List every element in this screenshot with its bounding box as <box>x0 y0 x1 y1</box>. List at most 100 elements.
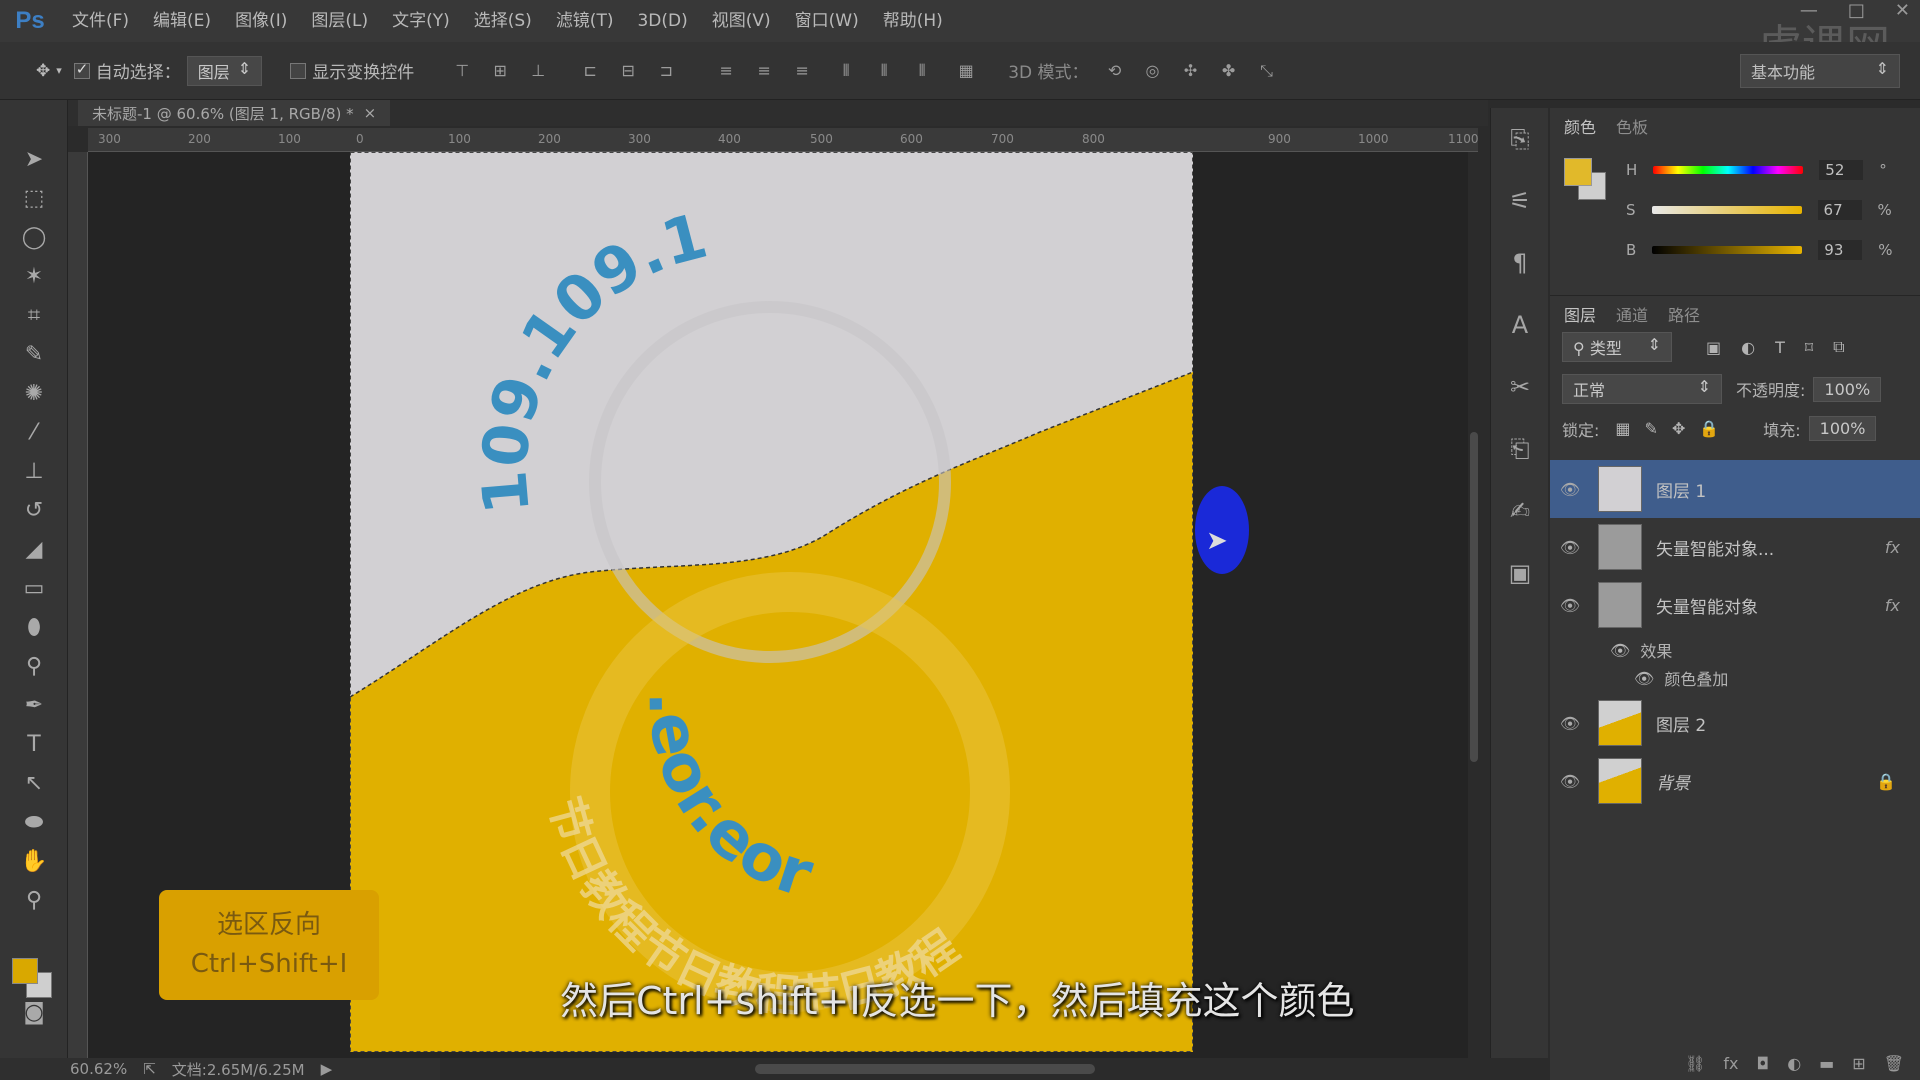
distribute-hcenter-icon[interactable]: ⦀ <box>872 59 896 83</box>
history-brush-tool-icon[interactable]: ↺ <box>0 491 68 530</box>
visibility-eye-icon[interactable]: 👁 <box>1550 538 1590 557</box>
menu-select[interactable]: 选择(S) <box>462 0 544 42</box>
menu-layer[interactable]: 图层(L) <box>299 0 380 42</box>
path-selection-tool-icon[interactable]: ↖ <box>0 764 68 803</box>
brush-tool-icon[interactable]: ⁄ <box>0 413 68 452</box>
3d-scale-icon[interactable]: ⤡ <box>1255 59 1279 83</box>
tab-swatches[interactable]: 色板 <box>1616 114 1648 137</box>
foreground-color-chip[interactable] <box>1564 158 1592 186</box>
link-layers-icon[interactable]: ⛓ <box>1685 1054 1705 1080</box>
fill-input[interactable]: 100% <box>1808 416 1877 441</box>
delete-layer-icon[interactable]: 🗑 <box>1884 1054 1904 1080</box>
filter-shape-icon[interactable]: ⌑ <box>1805 338 1813 357</box>
play-icon[interactable]: ▶ <box>321 1060 333 1078</box>
lock-all-icon[interactable]: 🔒 <box>1699 419 1719 438</box>
vertical-scroll-thumb[interactable] <box>1470 432 1478 762</box>
add-style-icon[interactable]: fx <box>1723 1054 1738 1080</box>
filter-type-icon[interactable]: T <box>1775 338 1785 357</box>
paragraph-panel-icon[interactable]: ¶ <box>1491 232 1549 294</box>
export-icon[interactable]: ⇱ <box>143 1060 156 1078</box>
blur-tool-icon[interactable]: ⬮ <box>0 608 68 647</box>
ellipse-tool-icon[interactable]: ⬬ <box>0 803 68 842</box>
foreground-color-swatch[interactable] <box>12 958 38 984</box>
layer-name[interactable]: 图层 1 <box>1656 477 1920 502</box>
adjustments-panel-icon[interactable]: ⚟ <box>1491 170 1549 232</box>
effect-item-row[interactable]: 👁 颜色叠加 <box>1634 666 1728 690</box>
lock-position-icon[interactable]: ✥ <box>1672 419 1685 438</box>
healing-brush-tool-icon[interactable]: ✺ <box>0 374 68 413</box>
hue-slider[interactable] <box>1653 166 1804 174</box>
distribute-bottom-icon[interactable]: ≡ <box>790 59 814 83</box>
history-panel-icon[interactable]: ⎘ <box>1491 108 1549 170</box>
clone-source-panel-icon[interactable]: ⎗ <box>1491 418 1549 480</box>
filter-pixel-icon[interactable]: ▣ <box>1706 338 1721 357</box>
visibility-eye-icon[interactable]: 👁 <box>1634 669 1654 688</box>
dodge-tool-icon[interactable]: ⚲ <box>0 647 68 686</box>
hand-tool-icon[interactable]: ✋ <box>0 842 68 881</box>
lock-pixels-icon[interactable]: ✎ <box>1645 419 1658 438</box>
maximize-icon[interactable]: □ <box>1848 0 1865 21</box>
menu-window[interactable]: 窗口(W) <box>783 0 871 42</box>
brush-panel-icon[interactable]: ✍ <box>1491 480 1549 542</box>
hue-value[interactable]: 52 <box>1819 160 1864 180</box>
menu-edit[interactable]: 编辑(E) <box>141 0 223 42</box>
layer-row[interactable]: 👁 图层 1 <box>1550 460 1920 518</box>
layer-name[interactable]: 背景 <box>1656 769 1876 794</box>
visibility-eye-icon[interactable]: 👁 <box>1550 596 1590 615</box>
adjustment-layer-icon[interactable]: ◐ <box>1787 1054 1801 1080</box>
distribute-top-icon[interactable]: ≡ <box>714 59 738 83</box>
saturation-slider[interactable] <box>1651 206 1802 214</box>
move-tool-icon[interactable]: ➤ <box>0 140 68 179</box>
menu-3d[interactable]: 3D(D) <box>625 0 699 42</box>
layer-row[interactable]: 👁 图层 2 <box>1550 694 1920 752</box>
magic-wand-tool-icon[interactable]: ✶ <box>0 257 68 296</box>
layer-fx-badge[interactable]: fx <box>1885 538 1900 557</box>
eyedropper-tool-icon[interactable]: ✎ <box>0 335 68 374</box>
type-tool-icon[interactable]: T <box>0 725 68 764</box>
tab-layers[interactable]: 图层 <box>1564 302 1596 325</box>
layer-fx-badge[interactable]: fx <box>1885 596 1900 615</box>
distribute-vcenter-icon[interactable]: ≡ <box>752 59 776 83</box>
align-bottom-icon[interactable]: ⊥ <box>526 59 550 83</box>
blend-mode-dropdown[interactable]: 正常 ⇕ <box>1562 374 1722 404</box>
layer-name[interactable]: 图层 2 <box>1656 711 1920 736</box>
auto-align-icon[interactable]: ▦ <box>954 59 978 83</box>
close-icon[interactable]: ✕ <box>1895 0 1910 21</box>
eraser-tool-icon[interactable]: ◢ <box>0 530 68 569</box>
layer-row[interactable]: 👁 矢量智能对象 fx <box>1550 576 1920 634</box>
filter-adjustment-icon[interactable]: ◐ <box>1741 338 1755 357</box>
vertical-scrollbar[interactable] <box>1468 152 1480 1058</box>
character-panel-icon[interactable]: A <box>1491 294 1549 356</box>
layer-row[interactable]: 👁 背景 🔒 <box>1550 752 1920 810</box>
align-right-icon[interactable]: ⊐ <box>654 59 678 83</box>
align-hcenter-icon[interactable]: ⊟ <box>616 59 640 83</box>
zoom-level[interactable]: 60.62% <box>70 1060 127 1078</box>
pen-tool-icon[interactable]: ✒ <box>0 686 68 725</box>
move-tool-preset[interactable]: ✥ ▾ <box>36 61 62 81</box>
show-transform-checkbox[interactable] <box>290 62 307 79</box>
3d-roll-icon[interactable]: ◎ <box>1141 59 1165 83</box>
new-group-icon[interactable]: ▬ <box>1819 1054 1834 1080</box>
document-canvas[interactable]: 109.109.1 .eor.eor 节日教程节日教程节日教程 <box>350 152 1193 1052</box>
visibility-eye-icon[interactable]: 👁 <box>1550 714 1590 733</box>
auto-select-dropdown[interactable]: 图层 ⇕ <box>186 55 263 86</box>
menu-type[interactable]: 文字(Y) <box>380 0 462 42</box>
marquee-tool-icon[interactable]: ⬚ <box>0 179 68 218</box>
lock-transparent-icon[interactable]: ▦ <box>1615 419 1630 438</box>
add-mask-icon[interactable]: ◘ <box>1757 1054 1770 1080</box>
new-layer-icon[interactable]: ⊞ <box>1852 1054 1865 1080</box>
menu-help[interactable]: 帮助(H) <box>871 0 955 42</box>
quick-mask-icon[interactable]: ◙ <box>0 993 68 1032</box>
3d-slide-icon[interactable]: ✤ <box>1217 59 1241 83</box>
layer-row[interactable]: 👁 矢量智能对象... fx <box>1550 518 1920 576</box>
visibility-eye-icon[interactable]: 👁 <box>1550 772 1590 791</box>
layer-name[interactable]: 矢量智能对象 <box>1656 593 1885 618</box>
3d-rotate-icon[interactable]: ⟲ <box>1103 59 1127 83</box>
document-tab[interactable]: 未标题-1 @ 60.6% (图层 1, RGB/8) * × <box>78 100 391 126</box>
layer-name[interactable]: 矢量智能对象... <box>1656 535 1885 560</box>
crop-tool-icon[interactable]: ⌗ <box>0 296 68 335</box>
filter-smart-object-icon[interactable]: ⧉ <box>1833 337 1844 357</box>
horizontal-scroll-thumb[interactable] <box>755 1064 1095 1074</box>
workspace-dropdown[interactable]: 基本功能 ⇕ <box>1740 54 1900 88</box>
menu-file[interactable]: 文件(F) <box>60 0 141 42</box>
